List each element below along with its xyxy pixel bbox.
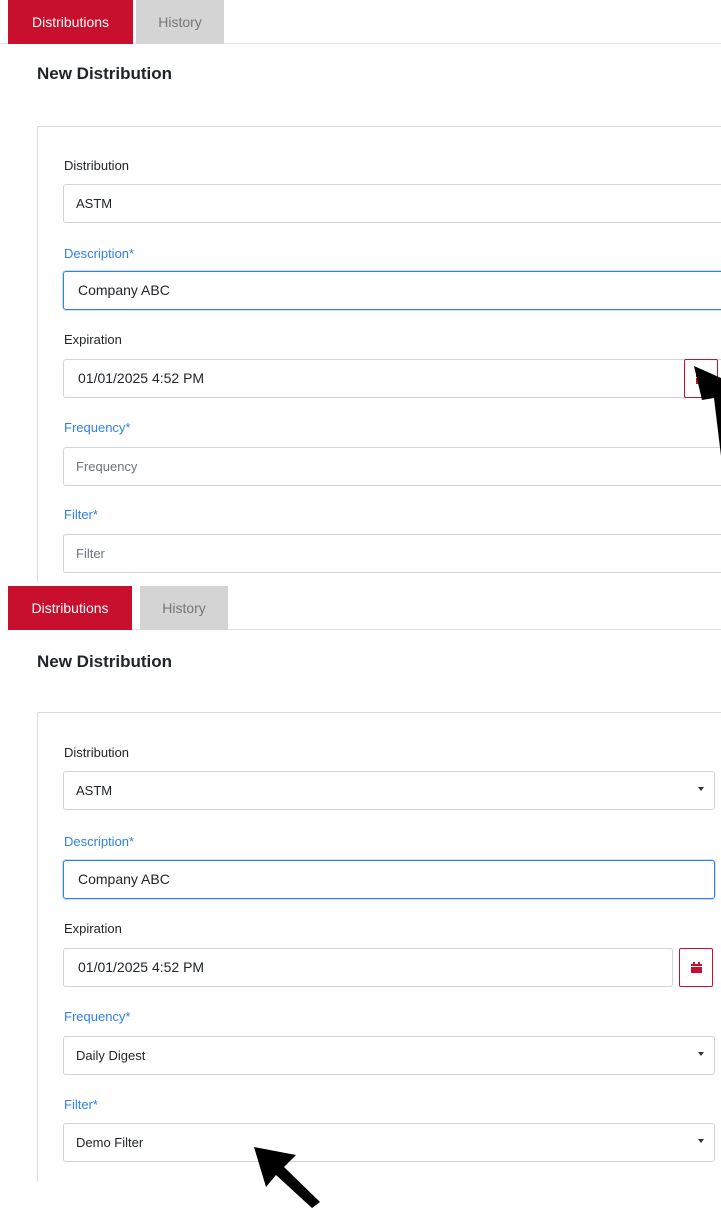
filter-label: Filter* (64, 1097, 98, 1112)
filter-select-value: Demo Filter (76, 1135, 144, 1150)
expiration-input-value: 01/01/2025 4:52 PM (78, 370, 205, 386)
filter-label: Filter* (64, 507, 98, 522)
chevron-down-icon (698, 1139, 704, 1143)
tab-distributions[interactable]: Distributions (8, 0, 133, 44)
description-input-value: Company ABC (78, 282, 170, 298)
distribution-form-panel-1: Distributions History New Distribution D… (0, 0, 721, 582)
frequency-select-value: Daily Digest (76, 1048, 146, 1063)
distribution-select[interactable]: ASTM (63, 184, 721, 223)
distribution-select[interactable]: ASTM (63, 771, 715, 810)
tab-distributions[interactable]: Distributions (8, 586, 132, 630)
filter-select[interactable]: Filter (63, 534, 721, 573)
calendar-icon (691, 962, 702, 973)
description-input[interactable]: Company ABC (63, 860, 715, 899)
frequency-label: Frequency* (64, 1009, 131, 1024)
distribution-label: Distribution (64, 745, 130, 760)
expiration-label: Expiration (64, 332, 122, 347)
calendar-button[interactable] (679, 948, 713, 987)
expiration-input-value: 01/01/2025 4:52 PM (78, 959, 205, 975)
description-input-value: Company ABC (78, 871, 170, 887)
description-label: Description* (64, 246, 135, 261)
mouse-pointer-icon (254, 1147, 320, 1208)
distribution-form-panel-2: Distributions History New Distribution D… (0, 582, 721, 1208)
distribution-select-value: ASTM (76, 196, 113, 211)
page-title: New Distribution (37, 64, 173, 83)
frequency-select[interactable]: Daily Digest (63, 1036, 715, 1075)
form-card: Distribution ASTM Description* Company A… (37, 712, 721, 1182)
chevron-down-icon (698, 1052, 704, 1056)
frequency-label: Frequency* (64, 420, 131, 435)
mouse-pointer-icon (694, 366, 721, 456)
description-input[interactable]: Company ABC (63, 271, 721, 310)
form-card: Distribution ASTM Description* Company A… (37, 126, 721, 582)
distribution-label: Distribution (64, 158, 130, 173)
expiration-input[interactable]: 01/01/2025 4:52 PM (63, 359, 721, 398)
chevron-down-icon (698, 787, 704, 791)
tab-bar: Distributions History (8, 586, 721, 630)
frequency-select[interactable]: Frequency (63, 447, 721, 486)
filter-select-placeholder: Filter (76, 546, 105, 561)
distribution-select-value: ASTM (76, 783, 113, 798)
expiration-label: Expiration (64, 921, 122, 936)
tab-bar: Distributions History (0, 0, 721, 44)
tab-history[interactable]: History (140, 586, 228, 630)
page-title: New Distribution (37, 652, 173, 671)
description-label: Description* (64, 834, 135, 849)
filter-select[interactable]: Demo Filter (63, 1123, 715, 1162)
expiration-input[interactable]: 01/01/2025 4:52 PM (63, 948, 673, 987)
tab-history[interactable]: History (136, 0, 224, 44)
frequency-select-placeholder: Frequency (76, 459, 138, 474)
